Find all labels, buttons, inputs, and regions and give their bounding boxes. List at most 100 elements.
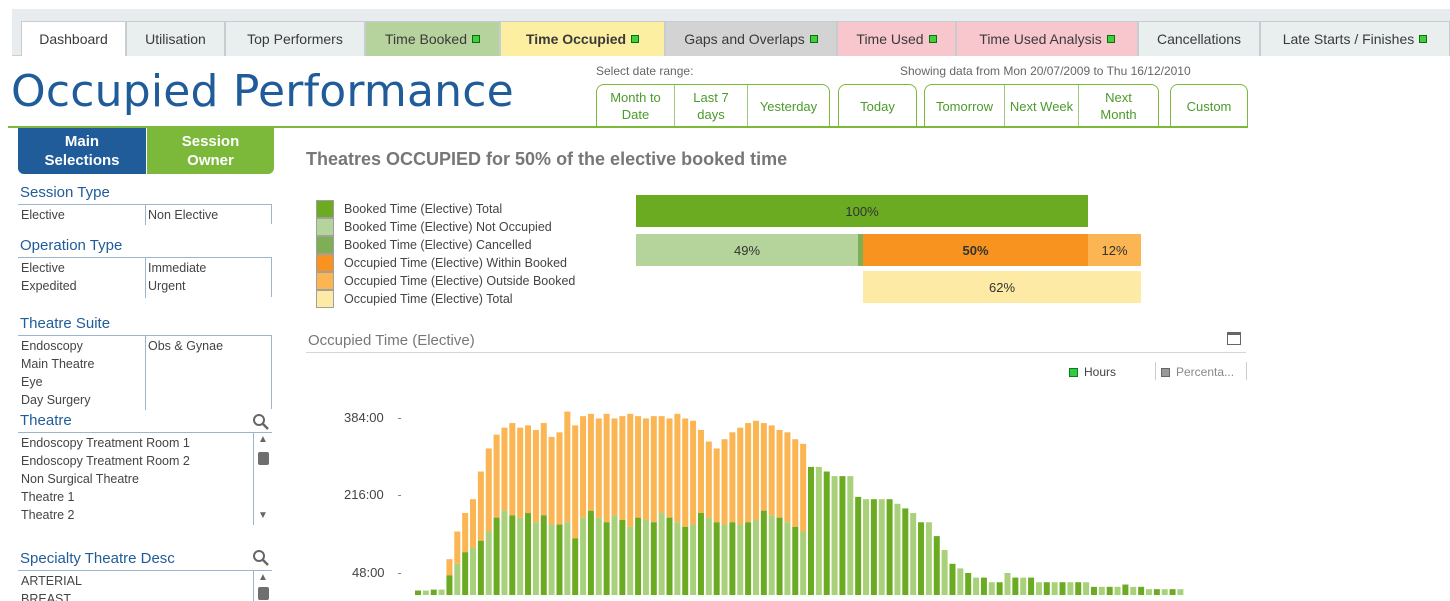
chart-bar-hours: [501, 510, 508, 595]
chart-bar-hours: [1067, 582, 1074, 595]
chart-bar-hours: [894, 503, 901, 595]
chart-bar-occupied: [470, 499, 477, 548]
chart-bar-hours: [1083, 582, 1090, 595]
chart-bar-occupied: [548, 436, 555, 525]
chart-bar-hours: [831, 476, 838, 595]
chart-bar-occupied: [752, 420, 759, 520]
chart-bar-hours: [595, 517, 602, 595]
chart-bar-hours: [1012, 577, 1019, 595]
chart-bar-hours: [674, 522, 681, 595]
chart-bar-hours: [525, 513, 532, 595]
chart-bar-hours: [808, 466, 814, 595]
chart-bar-occupied: [635, 416, 642, 518]
chart-bar-occupied: [603, 413, 610, 523]
chart-bar-hours: [800, 531, 807, 595]
chart-bar-hours: [1059, 582, 1066, 595]
chart-bar-occupied: [650, 416, 657, 523]
chart-bar-hours: [1020, 577, 1027, 595]
chart-bar-hours: [988, 582, 995, 595]
chart-bar-hours: [815, 466, 822, 595]
chart-bar-hours: [1138, 586, 1145, 595]
chart-bar-hours: [1106, 586, 1113, 595]
chart-bar-occupied: [580, 416, 587, 518]
chart-bar-hours: [1090, 586, 1097, 595]
chart-bar-hours: [548, 524, 555, 595]
chart-bar-hours: [1098, 586, 1105, 595]
chart-bar-hours: [886, 499, 893, 595]
chart-bar-occupied: [619, 416, 626, 520]
chart-bar-occupied: [729, 432, 736, 523]
chart-bar-occupied: [682, 418, 689, 527]
chart-bar-occupied: [674, 413, 681, 523]
chart-bar-hours: [619, 519, 626, 595]
chart-bar-hours: [1051, 582, 1058, 595]
chart-bar-hours: [532, 522, 539, 595]
chart-bar-hours: [1169, 589, 1176, 595]
chart-bar-hours: [705, 517, 712, 595]
chart-bar-hours: [870, 499, 877, 595]
chart-bar-hours: [1114, 586, 1121, 595]
chart-bar-hours: [784, 522, 791, 595]
chart-bar-hours: [768, 515, 775, 595]
chart-bar-occupied: [517, 427, 524, 518]
chart-bar-hours: [658, 513, 665, 595]
chart-bar-hours: [540, 515, 547, 595]
chart-bar-hours: [1035, 582, 1042, 595]
chart-bar-occupied: [800, 443, 807, 532]
chart-bar-hours: [690, 524, 697, 595]
chart-bar-hours: [957, 568, 964, 595]
chart-bar-occupied: [776, 429, 783, 518]
chart-bar-occupied: [462, 513, 469, 553]
chart-bar-hours: [823, 471, 830, 595]
chart-bar-occupied: [595, 418, 602, 518]
chart-bar-occupied: [493, 434, 500, 518]
chart-bar-occupied: [784, 432, 791, 523]
chart-bar-hours: [603, 522, 610, 595]
chart-bar-hours: [1122, 584, 1129, 595]
chart-bar-hours: [564, 522, 571, 595]
chart-bar-occupied: [556, 432, 563, 525]
chart-bar-hours: [878, 499, 885, 595]
chart-bar-hours: [933, 536, 940, 595]
chart-bar-hours: [839, 476, 846, 595]
chart-bar-occupied: [745, 423, 752, 523]
chart-bar-hours: [760, 510, 767, 595]
chart-bar-hours: [485, 531, 492, 595]
chart-bar-hours: [627, 526, 634, 595]
chart-bar-occupied: [705, 441, 712, 518]
chart-bar-hours: [446, 575, 453, 595]
chart-bar-occupied: [509, 423, 516, 516]
chart-bar-hours: [965, 573, 972, 595]
chart-bar-hours: [415, 590, 421, 595]
chart-bar-hours: [470, 547, 477, 595]
chart-bar-hours: [517, 517, 524, 595]
chart-bar-occupied: [485, 448, 492, 532]
chart-bar-hours: [462, 552, 469, 595]
chart-bar-occupied: [792, 439, 799, 527]
chart-bar-occupied: [572, 425, 579, 539]
occupied-time-chart: [415, 411, 1184, 595]
chart-bar-hours: [1028, 577, 1035, 595]
chart-bar-hours: [949, 563, 956, 595]
chart-bar-hours: [745, 522, 752, 595]
chart-bar-hours: [918, 522, 925, 595]
chart-bar-occupied: [454, 531, 461, 564]
chart-bar-occupied: [658, 416, 665, 514]
chart-bar-occupied: [525, 425, 532, 514]
chart-bar-hours: [1145, 589, 1152, 595]
chart-bar-occupied: [532, 429, 539, 523]
chart-bar-hours: [1177, 589, 1184, 595]
chart-bar-hours: [792, 526, 799, 595]
chart-bar-occupied: [627, 413, 634, 527]
chart-bar-hours: [847, 476, 854, 595]
chart-bar-occupied: [768, 425, 775, 516]
chart-bar-hours: [1043, 582, 1050, 595]
chart-bar-hours: [697, 513, 704, 595]
chart-bar-hours: [438, 589, 445, 595]
chart-bar-hours: [1004, 573, 1011, 595]
chart-bar-hours: [737, 524, 744, 595]
chart-bar-occupied: [477, 471, 484, 541]
chart-bar-hours: [635, 517, 642, 595]
chart-bar-hours: [729, 522, 736, 595]
chart-bar-occupied: [713, 448, 720, 523]
